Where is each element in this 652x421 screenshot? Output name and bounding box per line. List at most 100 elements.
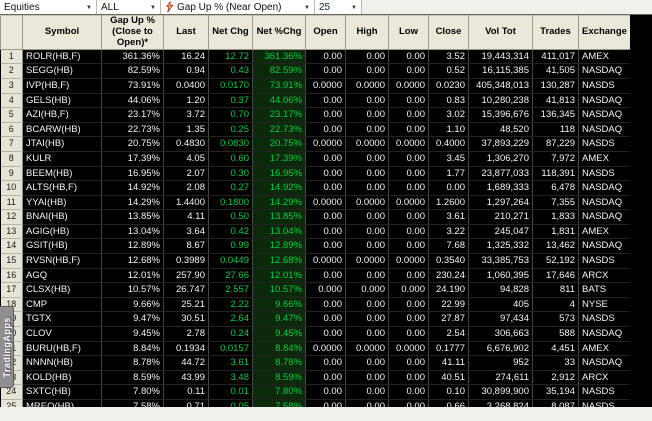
open-cell: 0.00 [305,93,346,109]
low-cell: 0.0000 [388,253,429,269]
table-row[interactable]: 20 CLOV 9.45% 2.78 0.24 9.45% 0.00 0.00 … [0,326,631,342]
last-cell: 1.20 [163,93,209,109]
table-row[interactable]: 19 TGTX 9.47% 30.51 2.64 9.47% 0.00 0.00… [0,311,631,328]
column-header-last[interactable]: Last [163,15,209,50]
row-number: 6 [0,122,23,138]
row-number: 1 [0,49,23,65]
table-row[interactable]: 7 JTAI(HB) 20.75% 0.4830 0.0830 20.75% 0… [0,136,631,152]
last-cell: 25.21 [163,297,209,313]
vol-tot-cell: 245,047 [468,224,533,240]
last-cell: 0.4830 [163,136,209,152]
table-row[interactable]: 22 NNNN(HB) 8.78% 44.72 3.61 8.78% 0.00 … [0,355,631,371]
universe-dropdown[interactable]: ALL ▼ [97,0,161,14]
high-cell: 0.00 [345,238,389,255]
table-row[interactable]: 2 SEGG(HB) 82.59% 0.94 0.43 82.59% 0.00 … [0,63,631,79]
low-cell: 0.00 [388,63,429,79]
last-cell: 4.11 [163,209,209,225]
column-header-exchange[interactable]: Exchange [578,15,631,50]
exchange-cell: NASDAQ [578,93,631,109]
table-row[interactable]: 5 AZI(HB,F) 23.17% 3.72 0.70 23.17% 0.00… [0,107,631,123]
high-cell: 0.000 [345,282,389,298]
exchange-cell: AMEX [578,341,631,357]
high-cell: 0.00 [345,268,389,284]
universe-dropdown-value: ALL [101,1,119,13]
low-cell: 0.00 [388,93,429,109]
hotlist-dropdown[interactable]: Gap Up % (Near Open) ▼ [161,0,315,14]
high-cell: 0.00 [345,107,389,123]
trades-cell: 4 [532,297,579,313]
table-row[interactable]: 24 SXTC(HB) 7.80% 0.11 0.01 7.80% 0.00 0… [0,384,631,401]
trades-cell: 35,194 [532,384,579,401]
close-cell: 24.190 [428,282,469,298]
gap-up-cell: 9.45% [101,326,164,342]
gap-up-cell: 7.80% [101,384,164,401]
open-cell: 0.00 [305,311,346,328]
low-cell: 0.0000 [388,78,429,94]
symbol-cell: IVP(HB,F) [22,78,102,94]
last-cell: 2.08 [163,180,209,196]
exchange-cell: ARCX [578,370,631,386]
last-cell: 0.1934 [163,341,209,357]
table-row[interactable]: 9 BEEM(HB) 16.95% 2.07 0.30 16.95% 0.00 … [0,166,631,182]
table-row[interactable]: 15 RVSN(HB,F) 12.68% 0.3989 0.0449 12.68… [0,253,631,269]
table-row[interactable]: 21 BURU(HB,F) 8.84% 0.1934 0.0157 8.84% … [0,341,631,357]
exchange-cell: AMEX [578,224,631,240]
column-header-net-pct-chg[interactable]: Net %Chg [252,15,306,50]
table-row[interactable]: 13 AGIG(HB) 13.04% 3.64 0.42 13.04% 0.00… [0,224,631,240]
symbol-cell: NNNN(HB) [22,355,102,371]
vol-tot-cell: 33,385,753 [468,253,533,269]
high-cell: 0.00 [345,355,389,371]
net-chg-cell: 0.42 [208,224,253,240]
toolbar: Equities ▼ ALL ▼ Gap Up % (Near Open) ▼ … [0,0,652,15]
row-number: 8 [0,151,23,167]
vol-tot-cell: 16,115,385 [468,63,533,79]
column-header-trades[interactable]: Trades [532,15,579,50]
table-row[interactable]: 17 CLSX(HB) 10.57% 26.747 2.557 10.57% 0… [0,282,631,298]
lightning-icon [166,1,174,13]
trades-cell: 17,646 [532,268,579,284]
table-row[interactable]: 4 GELS(HB) 44.06% 1.20 0.37 44.06% 0.00 … [0,93,631,109]
gap-up-cell: 13.04% [101,224,164,240]
column-header-symbol[interactable]: Symbol [22,15,102,50]
open-cell: 0.00 [305,268,346,284]
table-row[interactable]: 11 YYAI(HB) 14.29% 1.4400 0.1800 14.29% … [0,195,631,211]
net-chg-cell: 0.25 [208,122,253,138]
table-row[interactable]: 6 BCARW(HB) 22.73% 1.35 0.25 22.73% 0.00… [0,122,631,138]
row-count-dropdown[interactable]: 25 ▼ [315,0,362,14]
trading-apps-tab[interactable]: TradingApps [0,306,14,388]
table-row[interactable]: 3 IVP(HB,F) 73.91% 0.0400 0.0170 73.91% … [0,78,631,94]
vol-tot-cell: 952 [468,355,533,371]
column-header-close[interactable]: Close [428,15,469,50]
table-row[interactable]: 14 GSIT(HB) 12.89% 8.67 0.99 12.89% 0.00… [0,238,631,255]
grid-right-filler [630,15,652,407]
table-row[interactable]: 1 ROLR(HB,F) 361.36% 16.24 12.72 361.36%… [0,49,631,65]
vol-tot-cell: 6,676,902 [468,341,533,357]
column-header-high[interactable]: High [345,15,389,50]
symbol-cell: AGIG(HB) [22,224,102,240]
table-row[interactable]: 10 ALTS(HB,F) 14.92% 2.08 0.27 14.92% 0.… [0,180,631,196]
close-cell: 0.3540 [428,253,469,269]
table-row[interactable]: 18 CMP 9.66% 25.21 2.22 9.66% 0.00 0.00 … [0,297,631,313]
gap-up-cell: 9.66% [101,297,164,313]
column-header-open[interactable]: Open [305,15,346,50]
symbol-cell: ALTS(HB,F) [22,180,102,196]
table-row[interactable]: 8 KULR 17.39% 4.05 0.60 17.39% 0.00 0.00… [0,151,631,167]
open-cell: 0.0000 [305,136,346,152]
table-row[interactable]: 16 AGQ 12.01% 257.90 27.66 12.01% 0.00 0… [0,268,631,284]
column-header-gap-up[interactable]: Gap Up % (Close to Open)* [101,15,164,50]
high-cell: 0.00 [345,151,389,167]
exchange-cell: NASDAQ [578,195,631,211]
low-cell: 0.0000 [388,136,429,152]
chevron-down-icon: ▼ [304,4,310,11]
column-header-net-chg[interactable]: Net Chg [208,15,253,50]
symbol-cell: GSIT(HB) [22,238,102,255]
column-header-low[interactable]: Low [388,15,429,50]
exchange-cell: NASDAQ [578,238,631,255]
last-cell: 44.72 [163,355,209,371]
table-row[interactable]: 23 KOLD(HB) 8.59% 43.99 3.48 8.59% 0.00 … [0,370,631,386]
high-cell: 0.0000 [345,253,389,269]
table-row[interactable]: 12 BNAI(HB) 13.85% 4.11 0.50 13.85% 0.00… [0,209,631,225]
table-header: Symbol Gap Up % (Close to Open)* Last Ne… [0,15,631,50]
column-header-vol-tot[interactable]: Vol Tot [468,15,533,50]
instrument-dropdown[interactable]: Equities ▼ [0,0,97,14]
